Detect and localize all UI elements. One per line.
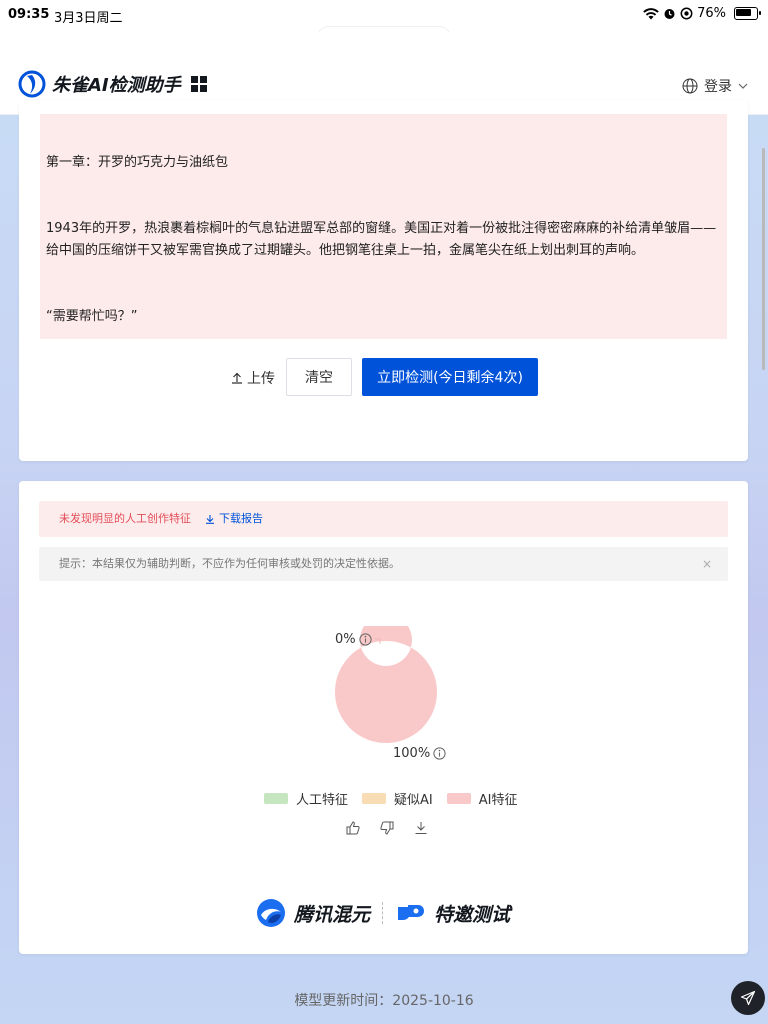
- text-line: 1943年的开罗，热浪裹着棕榈叶的气息钻进盟军总部的窗缝。美国正对着一份被批注得…: [46, 221, 717, 258]
- hunyuan-brand-text: 腾讯混元: [294, 903, 371, 926]
- status-time: 09:35: [8, 7, 50, 22]
- paper-plane-icon: [740, 990, 756, 1006]
- globe-icon: [682, 78, 698, 94]
- zhuque-logo-icon: [18, 70, 46, 98]
- status-date: 3月3日周二: [54, 11, 123, 26]
- battery-percent: 76%: [697, 6, 726, 21]
- feedback-actions: [346, 821, 428, 835]
- leader-line: [374, 638, 381, 644]
- legend-label: 疑似AI: [394, 793, 433, 808]
- login-menu[interactable]: 登录: [682, 76, 748, 96]
- info-icon[interactable]: [359, 633, 372, 646]
- brand-divider: [382, 902, 384, 924]
- result-alert: 未发现明显的人工创作特征 下载报告: [39, 501, 728, 537]
- thumbs-up-icon[interactable]: [346, 821, 360, 835]
- legend-swatch: [362, 793, 387, 804]
- text-line: 第一章：开罗的巧克力与油纸包: [46, 155, 229, 170]
- invite-logo-icon: [398, 905, 425, 920]
- site-title: 朱雀AI检测助手: [52, 75, 181, 96]
- send-button[interactable]: [731, 981, 765, 1015]
- legend-swatch: [446, 793, 471, 804]
- alarm-icon: [664, 9, 675, 19]
- legend-swatch: [264, 793, 288, 804]
- download-icon[interactable]: [414, 821, 428, 835]
- legend-item[interactable]: AI特征: [446, 789, 518, 808]
- info-icon[interactable]: [433, 747, 446, 760]
- text-input-area[interactable]: 第一章：开罗的巧克力与油纸包 1943年的开罗，热浪裹着棕榈叶的气息钻进盟军总部…: [40, 114, 727, 339]
- legend-label: AI特征: [478, 793, 518, 808]
- disclaimer-tip: 提示：本结果仅为辅助判断，不应作为任何审核或处罚的决定性依据。 ×: [39, 547, 728, 581]
- chart-label-high: 100%: [393, 746, 446, 761]
- legend-item[interactable]: 人工特征: [264, 789, 348, 808]
- invite-brand-text: 特邀测试: [434, 903, 511, 926]
- close-icon[interactable]: ×: [702, 547, 712, 581]
- download-report-label: 下载报告: [219, 512, 263, 525]
- upload-button[interactable]: 上传: [231, 368, 275, 388]
- result-card: 未发现明显的人工创作特征 下载报告 提示：本结果仅为辅助判断，不应作为任何审核或…: [19, 481, 748, 954]
- scrollbar[interactable]: [762, 148, 765, 370]
- chart-label-text: 0%: [335, 632, 356, 647]
- site-logo[interactable]: 朱雀AI检测助手: [18, 70, 207, 98]
- chevron-down-icon: [738, 83, 748, 89]
- detect-button[interactable]: 立即检测(今日剩余4次): [362, 358, 538, 396]
- legend-item[interactable]: 疑似AI: [362, 789, 433, 808]
- model-update-time: 模型更新时间：2025-10-16: [294, 993, 474, 1009]
- chart-legend: 人工特征 疑似AI AI特征: [264, 789, 517, 808]
- thumbs-down-icon[interactable]: [380, 821, 394, 835]
- upload-label: 上传: [247, 371, 275, 387]
- download-icon: [206, 515, 214, 524]
- login-label: 登录: [704, 79, 732, 95]
- input-actions: 上传 清空 立即检测(今日剩余4次): [19, 358, 748, 398]
- input-card: 第一章：开罗的巧克力与油纸包 1943年的开罗，热浪裹着棕榈叶的气息钻进盟军总部…: [19, 100, 748, 461]
- download-report-link[interactable]: 下载报告: [205, 501, 263, 537]
- result-message: 未发现明显的人工创作特征: [59, 512, 191, 525]
- upload-icon: [232, 372, 242, 384]
- wifi-icon: [643, 7, 659, 19]
- chart-label-low: 0%: [335, 632, 383, 647]
- chart-label-text: 100%: [393, 746, 431, 761]
- apps-grid-icon[interactable]: [190, 76, 207, 92]
- legend-label: 人工特征: [296, 793, 349, 808]
- status-icons: 76%: [643, 6, 761, 21]
- partner-brand: 腾讯混元 特邀测试: [256, 898, 510, 928]
- disclaimer-text: 提示：本结果仅为辅助判断，不应作为任何审核或处罚的决定性依据。: [59, 557, 400, 570]
- clear-button[interactable]: 清空: [286, 358, 352, 396]
- screen-lock-icon: [680, 7, 693, 20]
- text-line: “需要帮忙吗？”: [46, 309, 138, 324]
- battery-icon: [734, 7, 761, 20]
- hunyuan-logo-icon: [257, 899, 285, 927]
